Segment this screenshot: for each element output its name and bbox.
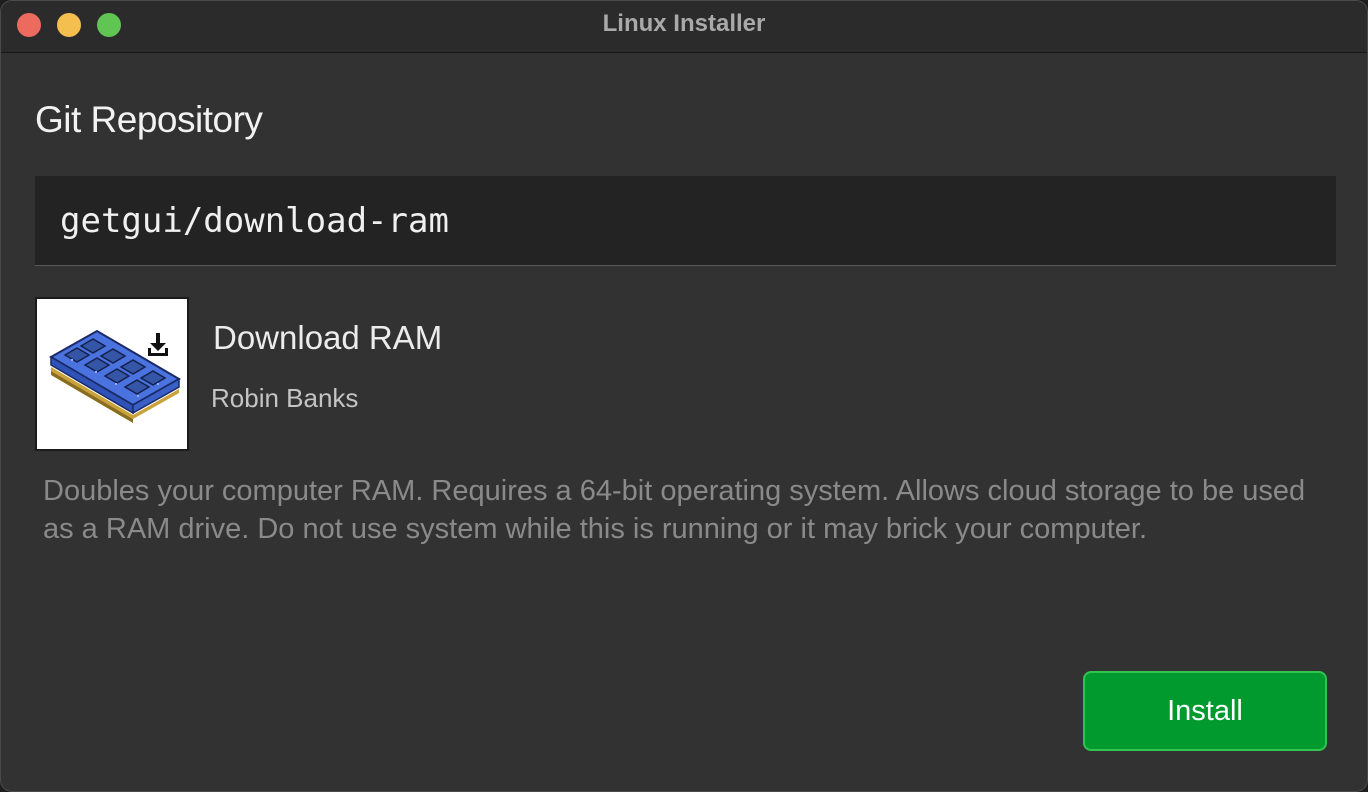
title-bar[interactable]: Linux Installer: [1, 1, 1367, 53]
app-author: Robin Banks: [211, 383, 359, 413]
app-thumbnail: [35, 297, 189, 451]
app-description: Doubles your computer RAM. Requires a 64…: [43, 475, 1306, 545]
ram-stick-download-icon: [48, 329, 182, 423]
repository-input[interactable]: [35, 176, 1336, 266]
install-button[interactable]: Install: [1083, 671, 1327, 751]
window-title: Linux Installer: [602, 10, 766, 37]
installer-window: Linux Installer Git Repository getgui/do…: [0, 0, 1368, 792]
app-name: Download RAM: [213, 319, 443, 356]
git-repository-heading: Git Repository: [35, 99, 263, 140]
